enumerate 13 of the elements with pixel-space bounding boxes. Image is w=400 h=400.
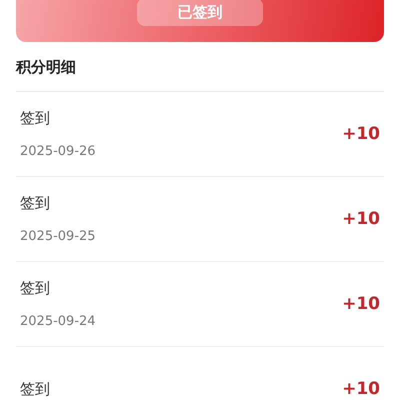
record-date: 2025-09-26 <box>20 144 96 159</box>
points-value: +10 <box>342 209 381 229</box>
record-date: 2025-09-24 <box>20 314 96 329</box>
record-date: 2025-09-25 <box>20 229 96 244</box>
section-title: 积分明细 <box>16 58 384 92</box>
record-title: 签到 <box>20 279 51 298</box>
record-title: 签到 <box>20 109 51 128</box>
points-value: +10 <box>342 379 381 399</box>
record-title: 签到 <box>20 194 51 213</box>
points-value: +10 <box>342 294 381 314</box>
signed-in-button[interactable]: 已签到 <box>137 0 263 26</box>
record-title: 签到 <box>20 380 50 398</box>
points-value: +10 <box>342 124 381 144</box>
